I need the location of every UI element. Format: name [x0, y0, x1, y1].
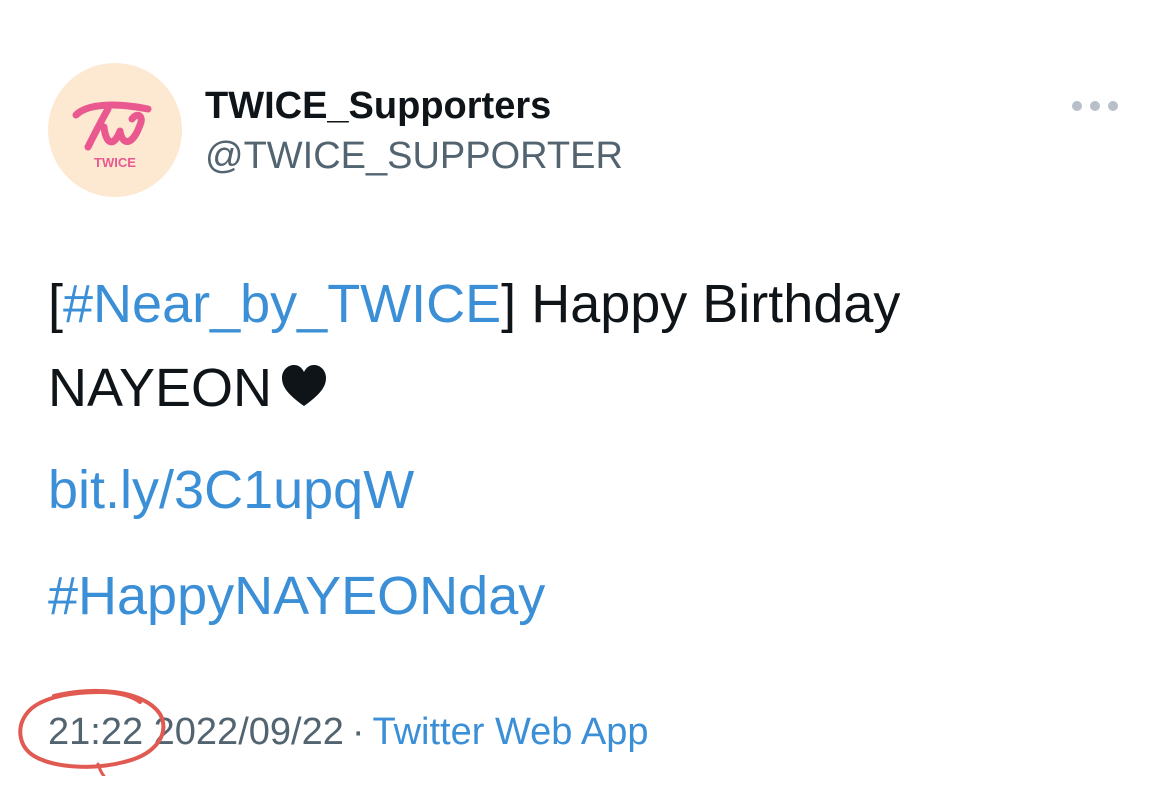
more-dot [1072, 101, 1082, 111]
tweet-metadata: 21:22 2022/09/22 · Twitter Web App [48, 710, 648, 754]
more-dot [1108, 101, 1118, 111]
bracket-close: ] [501, 274, 517, 334]
tweet-text: [#Near_by_TWICE] Happy Birthday NAYEON [48, 262, 1128, 430]
hashtag-link-happy-nayeon-day[interactable]: #HappyNAYEONday [48, 564, 545, 628]
tweet-date[interactable]: 2022/09/22 [154, 711, 344, 753]
more-dot [1090, 101, 1100, 111]
twice-logo: TWICE [72, 101, 152, 170]
more-options-icon[interactable] [1072, 96, 1118, 116]
tweet-line-2: NAYEON [48, 346, 1128, 430]
author-display-name[interactable]: TWICE_Supporters [205, 84, 551, 128]
tweet-line-1: [#Near_by_TWICE] Happy Birthday [48, 262, 1128, 346]
bracket-open: [ [48, 274, 64, 334]
short-url-link[interactable]: bit.ly/3C1upqW [48, 458, 414, 522]
author-handle[interactable]: @TWICE_SUPPORTER [205, 134, 623, 178]
tweet-time[interactable]: 21:22 [48, 710, 143, 754]
tweet-source-link[interactable]: Twitter Web App [373, 711, 649, 753]
black-heart-icon [282, 365, 327, 406]
avatar-logo-text: TWICE [94, 155, 136, 170]
hashtag-link-near-by-twice[interactable]: #Near_by_TWICE [63, 274, 501, 334]
meta-separator: · [351, 711, 365, 753]
tweet-text-rest: Happy Birthday [516, 274, 901, 334]
tweet-line-2-text: NAYEON [48, 358, 273, 418]
avatar[interactable]: TWICE [48, 63, 182, 197]
